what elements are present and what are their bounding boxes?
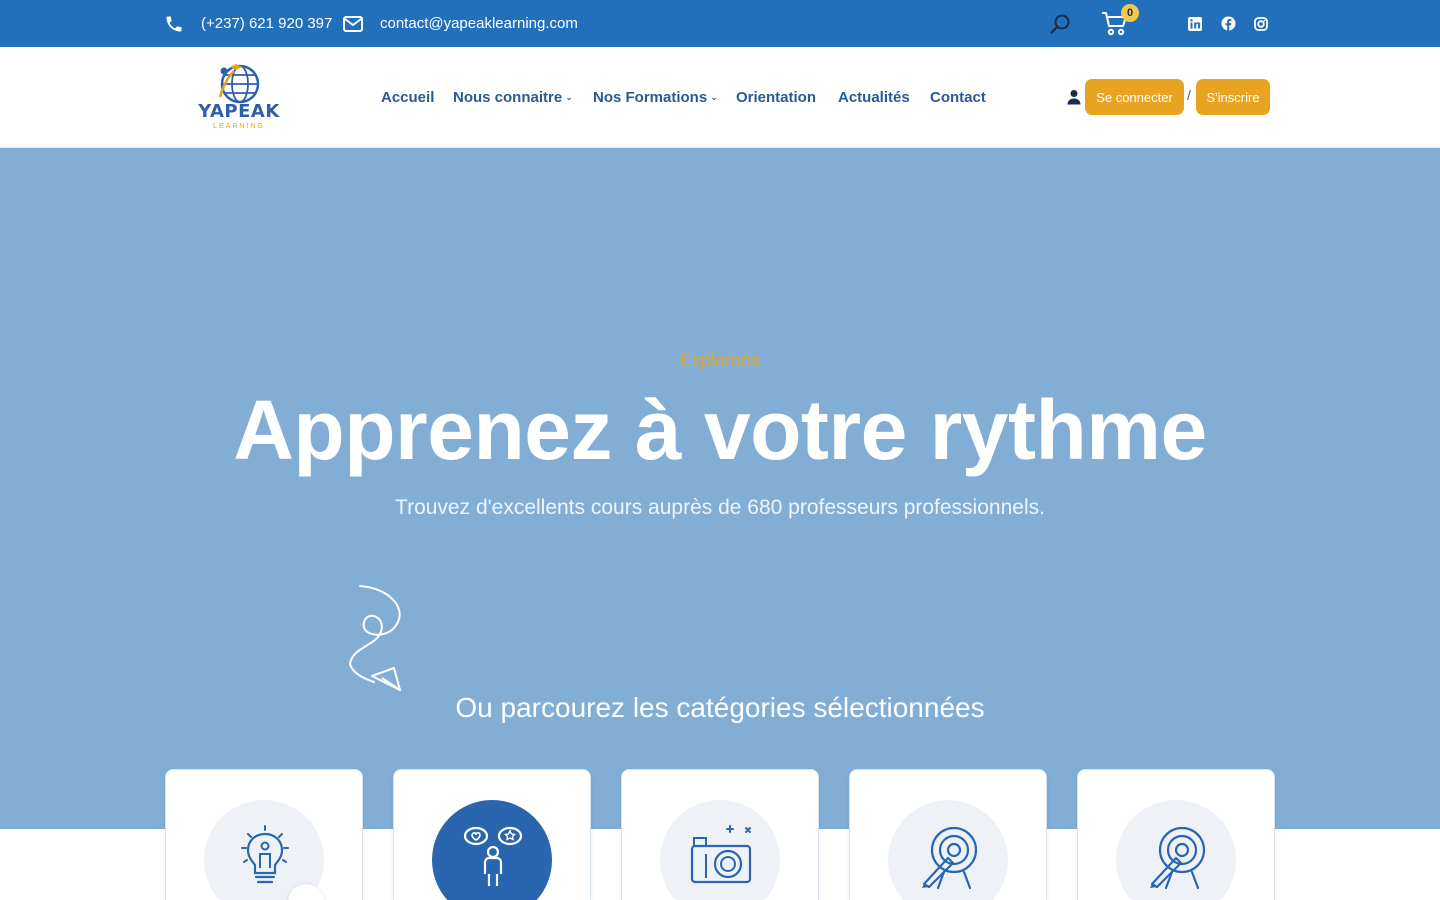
user-icon xyxy=(1067,90,1081,105)
person-thoughts-icon xyxy=(463,826,523,886)
main-header: YAPEAK LEARNING Accueil Nous connaitre ⌄ … xyxy=(0,47,1440,148)
nav-nos-formations-label: Nos Formations xyxy=(593,88,708,106)
email-link[interactable]: contact@yapeaklearning.com xyxy=(380,0,578,47)
globe-logo-icon xyxy=(218,64,260,104)
site-logo[interactable]: YAPEAK LEARNING xyxy=(194,61,284,133)
nav-actualites[interactable]: Actualités xyxy=(838,47,910,147)
hero-title: Apprenez à votre rythme xyxy=(233,383,1207,477)
nav-contact[interactable]: Contact xyxy=(930,47,986,147)
hero-subtitle: Trouvez d'excellents cours auprès de 680… xyxy=(395,496,1045,519)
category-card[interactable] xyxy=(849,769,1047,900)
categories-heading: Ou parcourez les catégories sélectionnée… xyxy=(455,692,985,723)
chevron-down-icon: ⌄ xyxy=(565,91,573,102)
target-pencil-icon xyxy=(922,826,978,890)
auth-separator: / xyxy=(1187,87,1191,103)
logo-subtext: LEARNING xyxy=(213,123,265,130)
category-card[interactable] xyxy=(393,769,591,900)
nav-accueil[interactable]: Accueil xyxy=(381,47,434,147)
camera-icon xyxy=(690,825,752,884)
category-card[interactable] xyxy=(1077,769,1275,900)
nav-nous-connaitre[interactable]: Nous connaitre ⌄ xyxy=(453,47,573,147)
login-button[interactable]: Se connecter xyxy=(1085,79,1184,115)
nav-nos-formations[interactable]: Nos Formations ⌄ xyxy=(593,47,718,147)
search-icon[interactable] xyxy=(1049,0,1071,47)
lightbulb-person-icon xyxy=(241,825,289,884)
linkedin-icon[interactable] xyxy=(1188,0,1202,47)
phone-icon xyxy=(164,0,184,47)
cart-count-badge: 0 xyxy=(1121,4,1139,22)
category-card[interactable] xyxy=(621,769,819,900)
signup-button[interactable]: S'inscrire xyxy=(1196,79,1270,115)
chevron-down-icon: ⌄ xyxy=(710,91,718,102)
paper-plane-doodle-icon xyxy=(348,585,401,691)
nav-nous-connaitre-label: Nous connaitre xyxy=(453,88,563,106)
top-bar: (+237) 621 920 397 contact@yapeaklearnin… xyxy=(0,0,1440,47)
logo-text: YAPEAK xyxy=(198,101,280,122)
facebook-icon[interactable] xyxy=(1221,0,1236,47)
hero-section xyxy=(0,148,1440,829)
phone-number[interactable]: (+237) 621 920 397 xyxy=(201,0,332,47)
hero-eyebrow: Explorons xyxy=(679,350,761,370)
instagram-icon[interactable] xyxy=(1254,0,1268,47)
nav-orientation[interactable]: Orientation xyxy=(736,47,816,147)
target-pencil-icon xyxy=(1150,826,1206,890)
category-card[interactable] xyxy=(165,769,363,900)
mail-icon xyxy=(343,0,363,47)
